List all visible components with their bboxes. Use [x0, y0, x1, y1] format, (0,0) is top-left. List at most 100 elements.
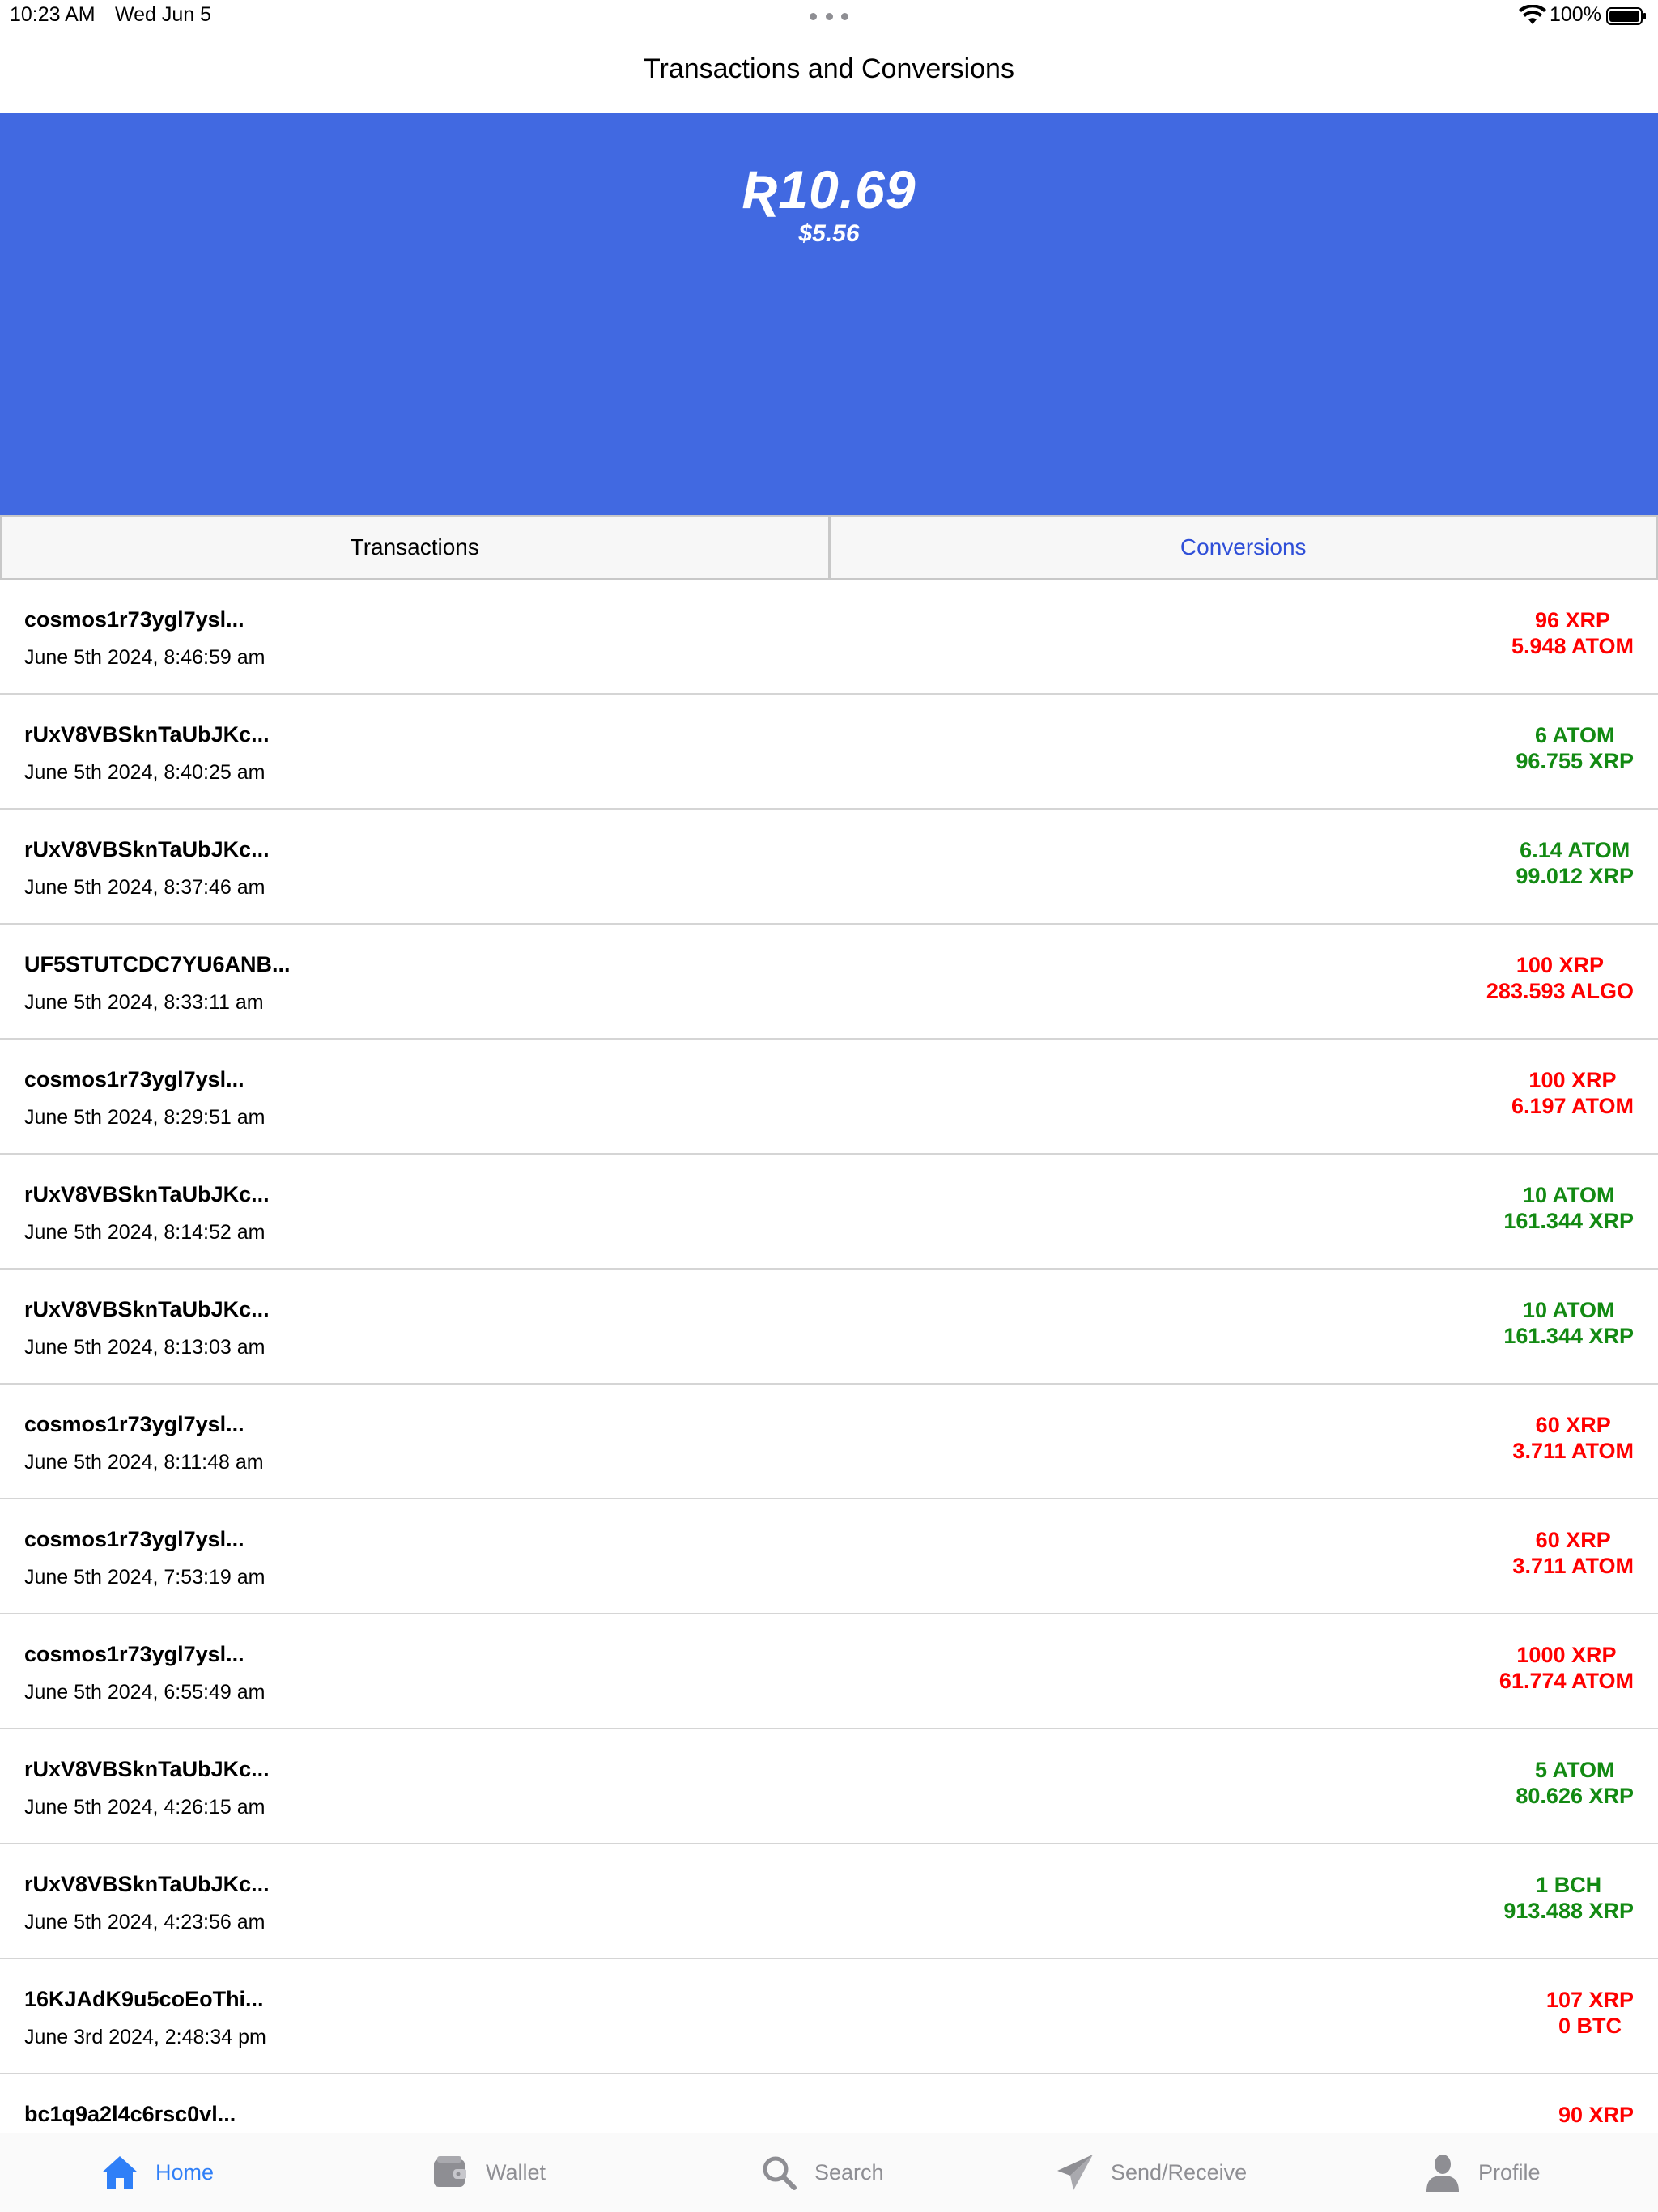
conversion-date: June 5th 2024, 8:40:25 am: [24, 761, 266, 784]
amount-to: 5.948 ATOM: [1511, 634, 1634, 658]
amount-to: 3.711 ATOM: [1512, 1554, 1634, 1578]
conversion-amounts: 60 XRP 3.711 ATOM: [1512, 1412, 1634, 1464]
counterparty-address: rUxV8VBSknTaUbJKc...: [24, 1757, 270, 1781]
conversion-date: June 5th 2024, 4:26:15 am: [24, 1796, 266, 1819]
counterparty-address: cosmos1r73ygl7ysl...: [24, 607, 244, 632]
page-title: Transactions and Conversions: [644, 53, 1014, 84]
paper-plane-icon: [1057, 2155, 1093, 2190]
amount-to: 3.711 ATOM: [1512, 1439, 1634, 1463]
counterparty-address: cosmos1r73ygl7ysl...: [24, 1067, 244, 1091]
counterparty-address: cosmos1r73ygl7ysl...: [24, 1527, 244, 1551]
list-item[interactable]: rUxV8VBSknTaUbJKc... June 5th 2024, 8:13:…: [0, 1270, 1658, 1385]
list-item[interactable]: rUxV8VBSknTaUbJKc... June 5th 2024, 8:37:…: [0, 810, 1658, 925]
amount-from: 10 ATOM: [1522, 1183, 1615, 1207]
conversion-amounts: 96 XRP 5.948 ATOM: [1511, 607, 1634, 659]
conversion-amounts: 100 XRP 283.593 ALGO: [1486, 952, 1634, 1004]
counterparty-address: rUxV8VBSknTaUbJKc...: [24, 837, 270, 861]
list-item[interactable]: cosmos1r73ygl7ysl... June 5th 2024, 7:53:…: [0, 1499, 1658, 1614]
conversion-date: June 5th 2024, 8:29:51 am: [24, 1106, 266, 1129]
amount-from: 60 XRP: [1535, 1413, 1611, 1437]
list-item[interactable]: rUxV8VBSknTaUbJKc... June 5th 2024, 8:14:…: [0, 1155, 1658, 1270]
list-item[interactable]: bc1q9a2l4c6rsc0vl... 90 XRP0 BTC: [0, 2074, 1658, 2133]
tab-conversions[interactable]: Conversions: [831, 517, 1658, 578]
tab-send-receive[interactable]: Send/Receive: [1056, 2150, 1247, 2195]
conversion-amounts: 90 XRP0 BTC: [1558, 2102, 1634, 2133]
wifi-icon: [1519, 5, 1546, 24]
balance-usd-amount: $5.56: [798, 220, 860, 247]
segmented-tabs: Transactions Conversions: [0, 515, 1658, 580]
amount-from: 100 XRP: [1516, 953, 1604, 977]
conversion-list[interactable]: cosmos1r73ygl7ysl... June 5th 2024, 8:46:…: [0, 580, 1658, 2133]
amount-from: 100 XRP: [1528, 1068, 1617, 1092]
tab-profile-label: Profile: [1478, 2159, 1541, 2184]
amount-to: 161.344 XRP: [1503, 1324, 1634, 1348]
status-date: Wed Jun 5: [115, 3, 212, 26]
conversion-date: June 5th 2024, 8:11:48 am: [24, 1451, 264, 1474]
status-bar: 10:23 AM Wed Jun 5 100%: [0, 0, 1658, 32]
amount-to: 61.774 ATOM: [1499, 1669, 1634, 1693]
list-item[interactable]: 16KJAdK9u5coEoThi... June 3rd 2024, 2:48:…: [0, 1959, 1658, 2074]
conversion-amounts: 60 XRP 3.711 ATOM: [1512, 1527, 1634, 1579]
amount-to: 0 BTC: [1558, 2014, 1622, 2038]
conversion-date: June 5th 2024, 8:46:59 am: [24, 646, 266, 669]
list-item[interactable]: cosmos1r73ygl7ysl... June 5th 2024, 8:29:…: [0, 1040, 1658, 1155]
tab-profile[interactable]: Profile: [1423, 2150, 1541, 2195]
tab-transactions[interactable]: Transactions: [0, 517, 831, 578]
tab-search-label: Search: [814, 2159, 884, 2184]
counterparty-address: rUxV8VBSknTaUbJKc...: [24, 1297, 270, 1321]
conversion-amounts: 107 XRP 0 BTC: [1546, 1987, 1634, 2039]
counterparty-address: 16KJAdK9u5coEoThi...: [24, 1987, 264, 2011]
conversion-date: June 5th 2024, 6:55:49 am: [24, 1681, 266, 1704]
counterparty-address: rUxV8VBSknTaUbJKc...: [24, 1182, 270, 1206]
list-item[interactable]: rUxV8VBSknTaUbJKc... June 5th 2024, 4:26:…: [0, 1729, 1658, 1844]
amount-from: 1 BCH: [1536, 1873, 1602, 1897]
tab-home-label: Home: [155, 2159, 215, 2184]
amount-from: 6.14 ATOM: [1520, 838, 1630, 862]
tab-wallet-label: Wallet: [486, 2159, 546, 2184]
conversion-date: June 5th 2024, 8:13:03 am: [24, 1336, 266, 1359]
house-icon: [102, 2156, 138, 2189]
amount-to: 6.197 ATOM: [1511, 1094, 1634, 1118]
counterparty-address: rUxV8VBSknTaUbJKc...: [24, 1872, 270, 1896]
tab-home[interactable]: Home: [100, 2150, 214, 2195]
amount-to: 80.626 XRP: [1516, 1784, 1634, 1808]
person-icon: [1426, 2155, 1459, 2192]
conversion-date: June 5th 2024, 8:37:46 am: [24, 876, 266, 899]
amount-from: 96 XRP: [1534, 608, 1610, 632]
magnifier-icon: [763, 2156, 797, 2190]
conversion-amounts: 1 BCH 913.488 XRP: [1503, 1872, 1634, 1924]
conversion-date: June 3rd 2024, 2:48:34 pm: [24, 2026, 266, 2048]
conversion-date: June 5th 2024, 8:14:52 am: [24, 1221, 266, 1244]
amount-to: 913.488 XRP: [1503, 1899, 1634, 1923]
amount-from: 90 XRP: [1558, 2103, 1634, 2127]
counterparty-address: bc1q9a2l4c6rsc0vl...: [24, 2102, 236, 2126]
list-item[interactable]: rUxV8VBSknTaUbJKc... June 5th 2024, 4:23:…: [0, 1844, 1658, 1959]
amount-to: 283.593 ALGO: [1486, 979, 1634, 1003]
amount-from: 1000 XRP: [1516, 1643, 1617, 1667]
counterparty-address: rUxV8VBSknTaUbJKc...: [24, 722, 270, 747]
list-item[interactable]: UF5STUTCDC7YU6ANB... June 5th 2024, 8:33:…: [0, 925, 1658, 1040]
multitasking-dots-icon[interactable]: [810, 11, 848, 21]
tab-search[interactable]: Search: [759, 2150, 884, 2195]
list-item[interactable]: cosmos1r73ygl7ysl... June 5th 2024, 8:11:…: [0, 1385, 1658, 1499]
amount-to: 161.344 XRP: [1503, 1209, 1634, 1233]
list-item[interactable]: rUxV8VBSknTaUbJKc... June 5th 2024, 8:40:…: [0, 695, 1658, 810]
list-item[interactable]: cosmos1r73ygl7ysl... June 5th 2024, 8:46:…: [0, 580, 1658, 695]
amount-to: 96.755 XRP: [1516, 749, 1634, 773]
app-screen: 10:23 AM Wed Jun 5 100% Transactions and…: [0, 0, 1658, 2212]
amount-from: 5 ATOM: [1534, 1758, 1615, 1782]
tab-send-receive-label: Send/Receive: [1111, 2159, 1248, 2184]
list-item[interactable]: cosmos1r73ygl7ysl... June 5th 2024, 6:55:…: [0, 1614, 1658, 1729]
status-time: 10:23 AM: [10, 3, 96, 26]
tab-wallet[interactable]: Wallet: [431, 2150, 546, 2195]
conversion-amounts: 10 ATOM 161.344 XRP: [1503, 1297, 1634, 1349]
conversion-amounts: 100 XRP 6.197 ATOM: [1511, 1067, 1634, 1119]
conversion-amounts: 10 ATOM 161.344 XRP: [1503, 1182, 1634, 1234]
conversion-amounts: 6 ATOM 96.755 XRP: [1516, 722, 1634, 774]
conversion-date: June 5th 2024, 7:53:19 am: [24, 1566, 266, 1589]
wallet-icon: [434, 2156, 466, 2187]
amount-from: 60 XRP: [1535, 1528, 1611, 1552]
counterparty-address: UF5STUTCDC7YU6ANB...: [24, 952, 291, 976]
conversion-date: June 5th 2024, 8:33:11 am: [24, 991, 264, 1014]
bottom-tab-bar: Home Wallet Search Send/Receive Profile: [0, 2133, 1658, 2212]
